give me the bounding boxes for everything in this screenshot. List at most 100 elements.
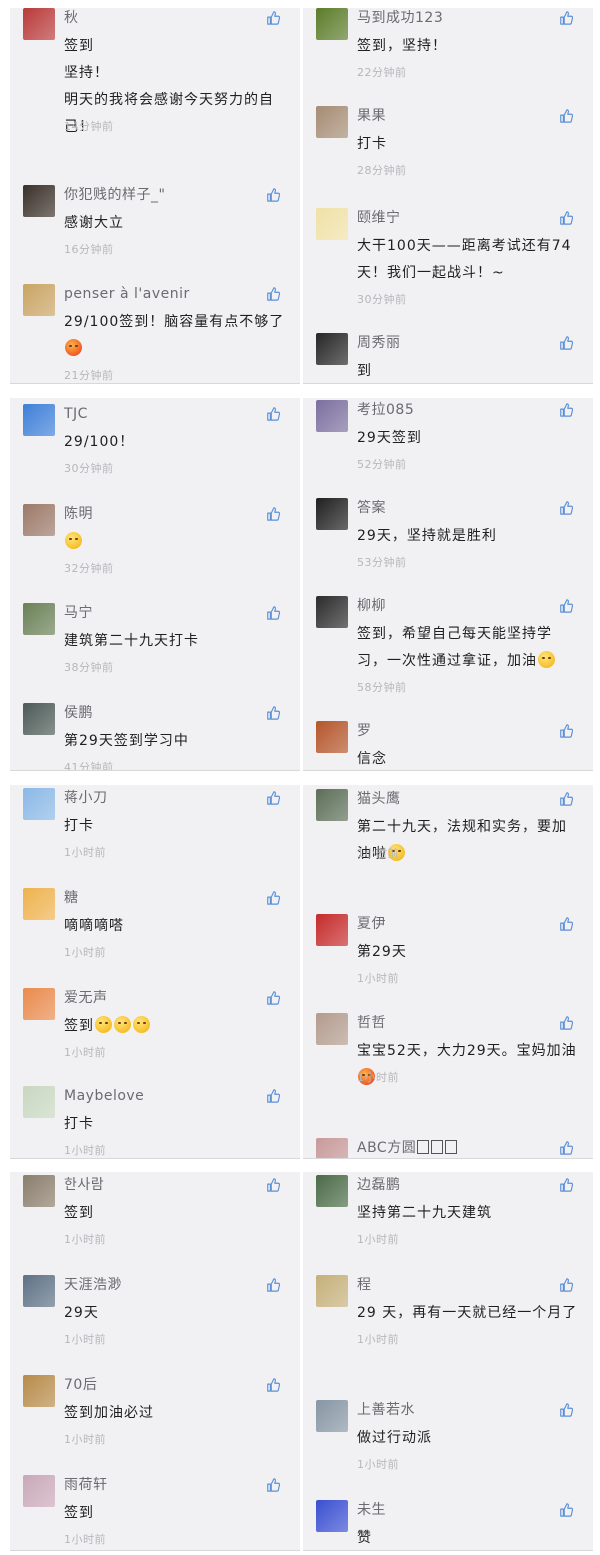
- avatar[interactable]: [316, 914, 348, 946]
- avatar[interactable]: [316, 1275, 348, 1307]
- thumbs-up-icon[interactable]: [266, 187, 281, 202]
- avatar[interactable]: [316, 789, 348, 821]
- avatar[interactable]: [23, 1275, 55, 1307]
- commenter-name[interactable]: 答案: [357, 498, 386, 518]
- commenter-name[interactable]: 柳柳: [357, 596, 386, 616]
- commenter-name[interactable]: 考拉085: [357, 400, 414, 420]
- thumbs-up-icon[interactable]: [266, 506, 281, 521]
- thumbs-up-icon[interactable]: [559, 1402, 574, 1417]
- commenter-name[interactable]: ABC方圆: [357, 1138, 458, 1158]
- avatar[interactable]: [316, 208, 348, 240]
- avatar[interactable]: [316, 721, 348, 753]
- commenter-name[interactable]: 夏伊: [357, 914, 386, 934]
- thumbs-up-icon[interactable]: [559, 723, 574, 738]
- comment-text-content: 大干100天——距离考试还有74天！我们一起战斗！~: [357, 238, 572, 281]
- commenter-name[interactable]: 天涯浩渺: [64, 1275, 122, 1295]
- avatar[interactable]: [23, 8, 55, 40]
- commenter-name[interactable]: TJC: [64, 404, 88, 424]
- commenter-name[interactable]: 秋: [64, 8, 79, 28]
- avatar[interactable]: [316, 1400, 348, 1432]
- thumbs-up-icon[interactable]: [266, 1177, 281, 1192]
- avatar[interactable]: [23, 1375, 55, 1407]
- commenter-name[interactable]: 边磊鹏: [357, 1175, 401, 1195]
- commenter-name[interactable]: 70后: [64, 1375, 97, 1395]
- thumbs-up-icon[interactable]: [559, 500, 574, 515]
- thumbs-up-icon[interactable]: [559, 916, 574, 931]
- commenter-name[interactable]: 한사람: [64, 1175, 104, 1195]
- avatar[interactable]: [316, 8, 348, 40]
- avatar[interactable]: [23, 1175, 55, 1207]
- commenter-name[interactable]: 未生: [357, 1500, 386, 1520]
- avatar[interactable]: [23, 185, 55, 217]
- avatar[interactable]: [23, 788, 55, 820]
- thumbs-up-icon[interactable]: [559, 1177, 574, 1192]
- thumbs-up-icon[interactable]: [559, 335, 574, 350]
- thumbs-up-icon[interactable]: [559, 598, 574, 613]
- avatar[interactable]: [23, 888, 55, 920]
- commenter-name[interactable]: 陈明: [64, 504, 93, 524]
- commenter-name[interactable]: 罗: [357, 721, 372, 741]
- avatar[interactable]: [23, 404, 55, 436]
- thumbs-up-icon[interactable]: [266, 406, 281, 421]
- avatar[interactable]: [316, 400, 348, 432]
- commenter-name[interactable]: 猫头鹰: [357, 789, 401, 809]
- commenter-name[interactable]: penser à l'avenir: [64, 284, 190, 304]
- comment-time: 1小时前: [357, 1333, 399, 1346]
- thumbs-up-icon[interactable]: [559, 791, 574, 806]
- comment-panel: 한사람 签到 1小时前 天涯浩渺 29天 1小时前 70后 签到加油必过 1小时前 雨荷轩 签到 1小…: [10, 1172, 300, 1551]
- commenter-name[interactable]: Maybelove: [64, 1086, 144, 1106]
- thumbs-up-icon[interactable]: [559, 402, 574, 417]
- commenter-name[interactable]: 上善若水: [357, 1400, 415, 1420]
- avatar[interactable]: [23, 1475, 55, 1507]
- thumbs-up-icon[interactable]: [559, 1502, 574, 1517]
- avatar[interactable]: [316, 1013, 348, 1045]
- avatar[interactable]: [316, 1500, 348, 1532]
- commenter-name[interactable]: 果果: [357, 106, 386, 126]
- commenter-name[interactable]: 颐维宁: [357, 208, 401, 228]
- avatar[interactable]: [23, 703, 55, 735]
- thumbs-up-icon[interactable]: [559, 10, 574, 25]
- thumbs-up-icon[interactable]: [559, 1015, 574, 1030]
- avatar[interactable]: [316, 596, 348, 628]
- comment-text: 第29天签到学习中: [64, 728, 286, 755]
- commenter-name[interactable]: 程: [357, 1275, 372, 1295]
- avatar[interactable]: [23, 988, 55, 1020]
- thumbs-up-icon[interactable]: [266, 705, 281, 720]
- thumbs-up-icon[interactable]: [266, 286, 281, 301]
- commenter-name[interactable]: 哲哲: [357, 1013, 386, 1033]
- avatar[interactable]: [23, 603, 55, 635]
- avatar[interactable]: [316, 1138, 348, 1158]
- thumbs-up-icon[interactable]: [266, 1088, 281, 1103]
- thumbs-up-icon[interactable]: [559, 108, 574, 123]
- thumbs-up-icon[interactable]: [266, 10, 281, 25]
- thumbs-up-icon[interactable]: [266, 990, 281, 1005]
- thumbs-up-icon[interactable]: [266, 790, 281, 805]
- avatar[interactable]: [23, 1086, 55, 1118]
- commenter-name[interactable]: 马到成功123: [357, 8, 443, 28]
- avatar[interactable]: [316, 106, 348, 138]
- avatar[interactable]: [316, 1175, 348, 1207]
- commenter-name[interactable]: 侯鹏: [64, 703, 93, 723]
- commenter-name[interactable]: 马宁: [64, 603, 93, 623]
- thumbs-up-icon[interactable]: [266, 890, 281, 905]
- commenter-name[interactable]: 雨荷轩: [64, 1475, 108, 1495]
- commenter-name[interactable]: 你犯贱的样子_": [64, 185, 165, 205]
- commenter-name[interactable]: 爱无声: [64, 988, 108, 1008]
- avatar[interactable]: [23, 504, 55, 536]
- commenter-name[interactable]: 糖: [64, 888, 79, 908]
- avatar[interactable]: [23, 284, 55, 316]
- comment-time: 1小时前: [64, 1046, 106, 1059]
- thumbs-up-icon[interactable]: [266, 605, 281, 620]
- commenter-name[interactable]: 蒋小刀: [64, 788, 108, 808]
- thumbs-up-icon[interactable]: [559, 1140, 574, 1155]
- thumbs-up-icon[interactable]: [266, 1277, 281, 1292]
- comment-text-content: 嘀嘀嘀嗒: [64, 918, 124, 934]
- thumbs-up-icon[interactable]: [266, 1377, 281, 1392]
- thumbs-up-icon[interactable]: [266, 1477, 281, 1492]
- commenter-name[interactable]: 周秀丽: [357, 333, 401, 353]
- avatar[interactable]: [316, 333, 348, 365]
- avatar[interactable]: [316, 498, 348, 530]
- thumbs-up-icon[interactable]: [559, 1277, 574, 1292]
- comment-time: 1小时前: [357, 1071, 399, 1084]
- thumbs-up-icon[interactable]: [559, 210, 574, 225]
